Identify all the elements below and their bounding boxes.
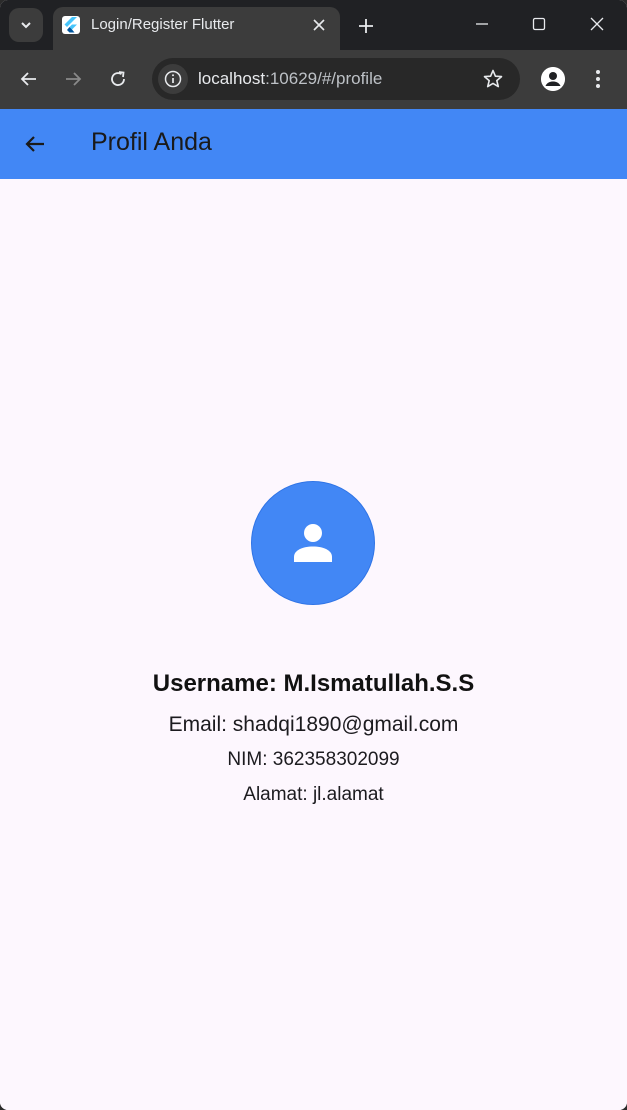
bookmark-button[interactable] xyxy=(482,68,504,90)
app-bar: Profil Anda xyxy=(0,109,627,179)
close-icon xyxy=(313,19,325,31)
maximize-icon xyxy=(532,17,546,31)
page-title: Profil Anda xyxy=(91,128,212,156)
tab-search-button[interactable] xyxy=(9,8,43,42)
flutter-logo-icon xyxy=(62,16,80,34)
window-close-icon xyxy=(590,17,604,31)
browser-toolbar: localhost:10629/#/profile xyxy=(0,50,627,109)
profile-icon xyxy=(541,67,565,91)
maximize-button[interactable] xyxy=(523,8,555,40)
kebab-menu-icon xyxy=(596,70,600,88)
url-host: localhost xyxy=(198,69,266,88)
site-info-button[interactable] xyxy=(158,64,188,94)
tab-active[interactable]: Login/Register Flutter xyxy=(53,7,340,50)
avatar xyxy=(251,481,375,605)
profile-username: Username: M.Ismatullah.S.S xyxy=(152,670,475,697)
profile-nim: NIM: 362358302099 xyxy=(227,749,400,770)
tab-title: Login/Register Flutter xyxy=(91,16,235,33)
reload-icon xyxy=(111,71,125,86)
forward-button[interactable] xyxy=(58,64,88,94)
forward-arrow-icon xyxy=(66,72,82,86)
browser-menu-button[interactable] xyxy=(588,64,608,94)
reload-button[interactable] xyxy=(103,64,133,94)
profile-email: Email: shadqi1890@gmail.com xyxy=(168,713,459,736)
appbar-back-button[interactable] xyxy=(20,129,50,159)
browser-window: Login/Register Flutter localhost:10629/#… xyxy=(0,0,627,1110)
info-icon xyxy=(164,70,182,88)
profile-button[interactable] xyxy=(541,67,565,91)
window-close-button[interactable] xyxy=(581,8,613,40)
star-icon xyxy=(483,69,503,88)
minimize-icon xyxy=(476,23,488,25)
plus-icon xyxy=(359,19,373,33)
tab-search-icon xyxy=(21,22,31,29)
back-button[interactable] xyxy=(14,64,44,94)
address-bar[interactable]: localhost:10629/#/profile xyxy=(152,58,520,100)
tab-close-button[interactable] xyxy=(308,14,330,36)
profile-alamat: Alamat: jl.alamat xyxy=(243,784,384,805)
url-path: :10629/#/profile xyxy=(265,69,383,88)
back-arrow-icon xyxy=(20,72,36,86)
person-icon xyxy=(294,524,332,562)
profile-content: Username: M.Ismatullah.S.S Email: shadqi… xyxy=(0,179,627,1110)
minimize-button[interactable] xyxy=(466,8,498,40)
url-text: localhost:10629/#/profile xyxy=(198,69,382,89)
new-tab-button[interactable] xyxy=(352,12,380,40)
appbar-back-icon xyxy=(25,136,44,152)
tab-strip: Login/Register Flutter xyxy=(0,0,627,50)
